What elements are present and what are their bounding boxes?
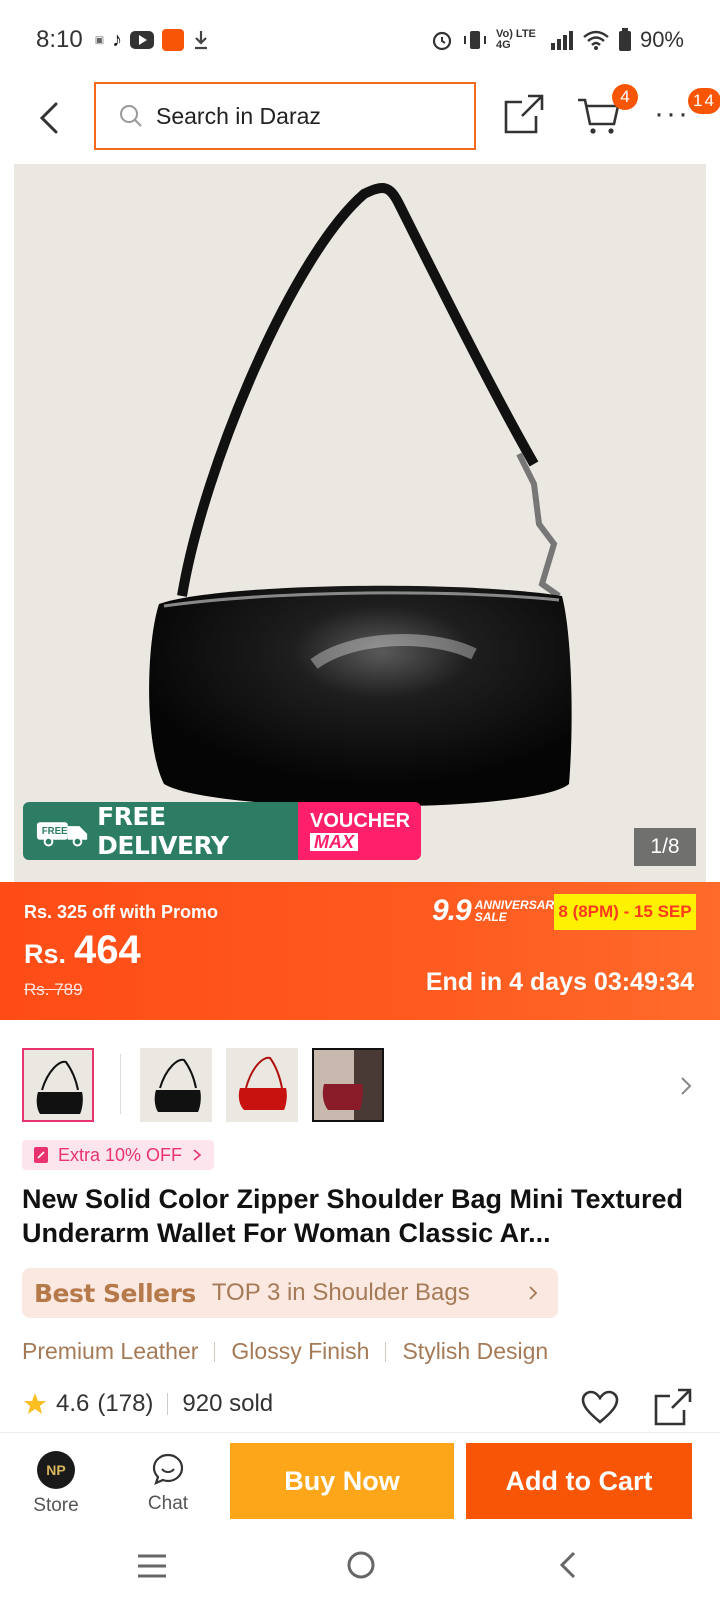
extra-off-label: Extra 10% OFF — [58, 1144, 183, 1165]
chat-label: Chat — [147, 1493, 189, 1514]
thumbnail-divider — [120, 1054, 121, 1114]
sale-dates-badge: 8 (8PM) - 15 SEP — [554, 894, 696, 930]
price-value: 464 — [74, 928, 141, 972]
status-time: 8:10 — [36, 26, 83, 53]
feature-divider — [214, 1341, 216, 1362]
product-features: Premium Leather Glossy Finish Stylish De… — [22, 1338, 548, 1365]
share-icon[interactable] — [652, 1386, 694, 1428]
sale-number: 9.9 — [432, 894, 472, 927]
more-dots-icon: ··· — [654, 97, 690, 130]
temu-icon: ▣ — [94, 34, 105, 46]
system-nav-bar — [0, 1524, 720, 1608]
download-icon — [195, 31, 208, 50]
free-delivery-voucher-banner[interactable]: FREE FREE DELIVERY VOUCHER MAX — [23, 802, 421, 860]
product-title: New Solid Color Zipper Shoulder Bag Mini… — [22, 1184, 684, 1248]
store-label: Store — [33, 1495, 79, 1516]
thumbnail-black[interactable] — [140, 1048, 212, 1122]
rating-value: 4.6 — [56, 1390, 90, 1417]
chat-bubble-icon — [152, 1453, 184, 1485]
voucher-max-badge: VOUCHER MAX — [298, 802, 421, 860]
delivery-truck-icon: FREE — [36, 822, 88, 847]
wifi-icon — [583, 30, 609, 50]
free-delivery-label: FREE DELIVERY — [97, 802, 229, 860]
product-photo-handbag — [149, 183, 572, 807]
bottom-action-bar: NP Store Chat Buy Now Add to Cart — [0, 1432, 720, 1524]
variant-thumbnails — [0, 1048, 720, 1124]
product-image-carousel[interactable]: FREE FREE DELIVERY VOUCHER MAX 1/8 — [14, 164, 706, 882]
price-promo-band: Rs. 325 off with Promo Rs. 464 Rs. 789 9.… — [0, 882, 720, 1020]
thumbnail-black-selected[interactable] — [22, 1048, 94, 1122]
voucher-label: VOUCHER — [310, 810, 411, 832]
heart-icon[interactable] — [580, 1388, 620, 1428]
thumbnail-red[interactable] — [226, 1048, 298, 1122]
battery-level: 90% — [639, 27, 684, 52]
cart-button[interactable]: 4 — [576, 84, 638, 138]
search-bar[interactable]: Search in Daraz — [94, 82, 476, 150]
store-logo-icon: NP — [37, 1451, 75, 1489]
more-menu-button[interactable]: ··· 14 — [654, 88, 720, 134]
status-bar: 8:10 ▣ ♪ Vo) LTE 4G 90% — [0, 0, 720, 80]
share-icon[interactable] — [502, 92, 546, 136]
cart-badge: 4 — [612, 84, 638, 110]
search-placeholder: Search in Daraz — [156, 102, 321, 129]
alarm-icon — [432, 31, 452, 51]
signal-icon — [550, 31, 573, 50]
free-delivery-badge: FREE FREE DELIVERY — [23, 802, 298, 860]
chevron-right-icon — [529, 1286, 538, 1300]
original-price: Rs. 789 — [24, 980, 83, 999]
review-count: (178) — [97, 1390, 154, 1417]
feature-premium-leather: Premium Leather — [22, 1338, 199, 1364]
youtube-icon — [130, 31, 155, 49]
buy-now-button[interactable]: Buy Now — [230, 1443, 454, 1519]
currency-label: Rs. — [24, 939, 67, 969]
nav-back-icon[interactable] — [556, 1550, 578, 1580]
sold-count: 920 sold — [182, 1390, 274, 1417]
add-to-cart-button[interactable]: Add to Cart — [466, 1443, 692, 1519]
anniversary-sale-logo: 9.9 ANNIVERSARY SALE — [432, 894, 562, 928]
best-sellers-rank: TOP 3 in Shoulder Bags — [211, 1279, 470, 1306]
best-sellers-banner[interactable]: Best Sellers TOP 3 in Shoulder Bags — [22, 1268, 558, 1318]
top-header: Search in Daraz 4 ··· 14 — [0, 80, 720, 162]
feature-stylish-design: Stylish Design — [402, 1338, 549, 1364]
best-sellers-label: Best Sellers — [34, 1278, 196, 1308]
rating-divider — [167, 1393, 169, 1415]
sale-countdown: End in 4 days 03:49:34 — [425, 968, 694, 996]
chevron-right-icon — [193, 1149, 202, 1161]
thumbnail-burgundy-model[interactable] — [312, 1048, 384, 1122]
daraz-app-icon — [162, 29, 185, 51]
current-price: Rs. 464 — [24, 928, 141, 973]
tiktok-icon: ♪ — [112, 28, 123, 51]
network-label: Vo) LTE 4G — [495, 28, 536, 51]
product-page: 8:10 ▣ ♪ Vo) LTE 4G 90% Search in Daraz — [0, 0, 720, 1608]
promo-text: Rs. 325 off with Promo — [24, 902, 219, 922]
image-counter: 1/8 — [634, 828, 696, 866]
status-right: Vo) LTE 4G 90% — [430, 27, 684, 53]
more-badge: 14 — [688, 88, 720, 114]
free-tag: FREE — [42, 826, 68, 837]
battery-icon — [618, 28, 631, 51]
extra-off-voucher[interactable]: Extra 10% OFF — [22, 1140, 215, 1170]
notification-icons: ▣ ♪ — [95, 29, 210, 52]
coupon-icon — [34, 1147, 48, 1163]
chevron-right-icon[interactable] — [676, 1074, 696, 1098]
star-icon — [24, 1393, 46, 1414]
recent-apps-icon[interactable] — [136, 1552, 168, 1580]
home-icon[interactable] — [346, 1550, 376, 1580]
feature-glossy-finish: Glossy Finish — [231, 1338, 370, 1364]
feature-divider — [385, 1341, 387, 1362]
vibrate-icon — [463, 31, 486, 49]
chat-button[interactable]: Chat — [136, 1451, 200, 1515]
store-button[interactable]: NP Store — [24, 1451, 88, 1517]
back-arrow-icon[interactable] — [30, 98, 70, 138]
rating-row[interactable]: 4.6 (178) 920 sold — [22, 1390, 273, 1418]
voucher-max-label: MAX — [310, 833, 358, 851]
sale-text: ANNIVERSARY SALE — [474, 898, 562, 924]
search-icon — [120, 105, 142, 127]
